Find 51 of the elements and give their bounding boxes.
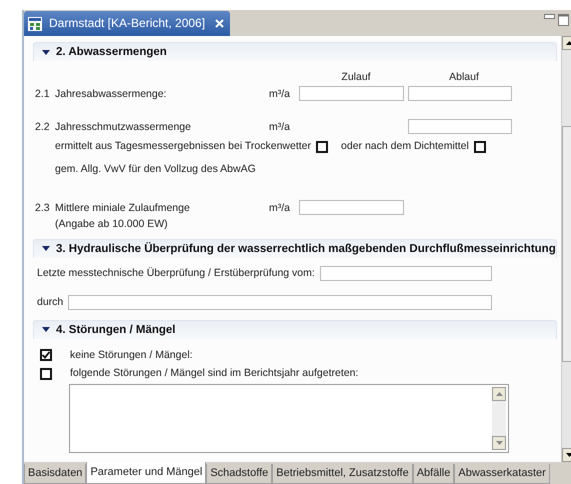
bottom-tab[interactable]: Parameter und Mängel	[86, 462, 206, 484]
outflow-field[interactable]	[408, 119, 512, 134]
input-field[interactable]	[320, 266, 492, 281]
checkbox-label: keine Störungen / Mängel:	[70, 348, 193, 362]
note-text: gem. Allg. VwV für den Vollzug des AbwAG	[55, 162, 256, 176]
inflow-field[interactable]	[299, 86, 404, 102]
expand-arrow-icon[interactable]	[42, 50, 50, 54]
input-field[interactable]	[68, 294, 492, 310]
unit-label: m³/a	[269, 202, 291, 215]
item-number: 2.3	[35, 202, 51, 215]
item-label: Mittlere miniale Zulaufmenge	[55, 202, 190, 214]
check-label: ermittelt aus Tagesmessergebnissen bei Trockenwetter	[55, 140, 312, 154]
minimize-icon[interactable]	[544, 14, 555, 20]
unit-label: m³/a	[269, 88, 291, 102]
expand-arrow-icon[interactable]	[42, 327, 50, 332]
item-number: 2.1	[35, 88, 51, 102]
bottom-tab[interactable]: Schadstoffe	[206, 464, 272, 484]
bottom-tab[interactable]: Betriebsmittel, Zusatzstoffe	[272, 464, 413, 484]
item-hint: (Angabe ab 10.000 EW)	[55, 218, 169, 231]
section-header[interactable]: 4. Störungen / Mängel	[33, 320, 557, 339]
checkbox-label: folgende Störungen / Mängel sind im Berichtsjahr aufgetreten:	[70, 367, 358, 380]
item-number: 2.2	[35, 121, 51, 134]
checkbox[interactable]	[40, 349, 52, 362]
app-logo-icon	[28, 16, 42, 30]
close-icon[interactable]	[215, 19, 224, 28]
outflow-field[interactable]	[408, 86, 512, 102]
section-header[interactable]: 3. Hydraulische Überprüfung der wasserrechtlich maßgebenden Durchflußmesseinrichtung	[33, 238, 557, 258]
checkbox[interactable]	[474, 140, 486, 153]
inflow-field[interactable]	[299, 200, 404, 215]
bottom-tab[interactable]: Abfälle	[412, 464, 454, 484]
scroll-up-icon[interactable]	[566, 41, 571, 45]
vertical-scrollbar[interactable]	[560, 36, 571, 462]
maximize-icon[interactable]	[558, 14, 569, 26]
bottom-tab[interactable]: Basisdaten	[24, 464, 86, 484]
section-header[interactable]: 2. Abwassermengen	[33, 42, 557, 61]
bottom-tab[interactable]: Abwasserkataster	[454, 464, 550, 484]
unit-label: m³/a	[269, 121, 291, 134]
checkbox[interactable]	[316, 140, 328, 153]
checkbox[interactable]	[40, 368, 52, 380]
field-label: Letzte messtechnische Überprüfung / Erstüberprüfung vom:	[37, 266, 315, 280]
editor-tab[interactable]: Darmstadt [KA-Bericht, 2006]	[24, 11, 230, 36]
tab-title: Darmstadt [KA-Bericht, 2006]	[49, 16, 206, 31]
expand-arrow-icon[interactable]	[42, 246, 50, 252]
item-label: Jahresschmutzwassermenge	[55, 121, 191, 134]
column-header: Zulauf	[340, 71, 372, 84]
scroll-down-icon[interactable]	[566, 453, 571, 457]
field-label: durch	[37, 296, 64, 309]
column-header: Ablauf	[448, 71, 480, 84]
check-label: oder nach dem Dichtemittel	[341, 140, 469, 154]
text-area[interactable]	[69, 384, 509, 454]
item-label: Jahresabwassermenge:	[55, 88, 166, 100]
